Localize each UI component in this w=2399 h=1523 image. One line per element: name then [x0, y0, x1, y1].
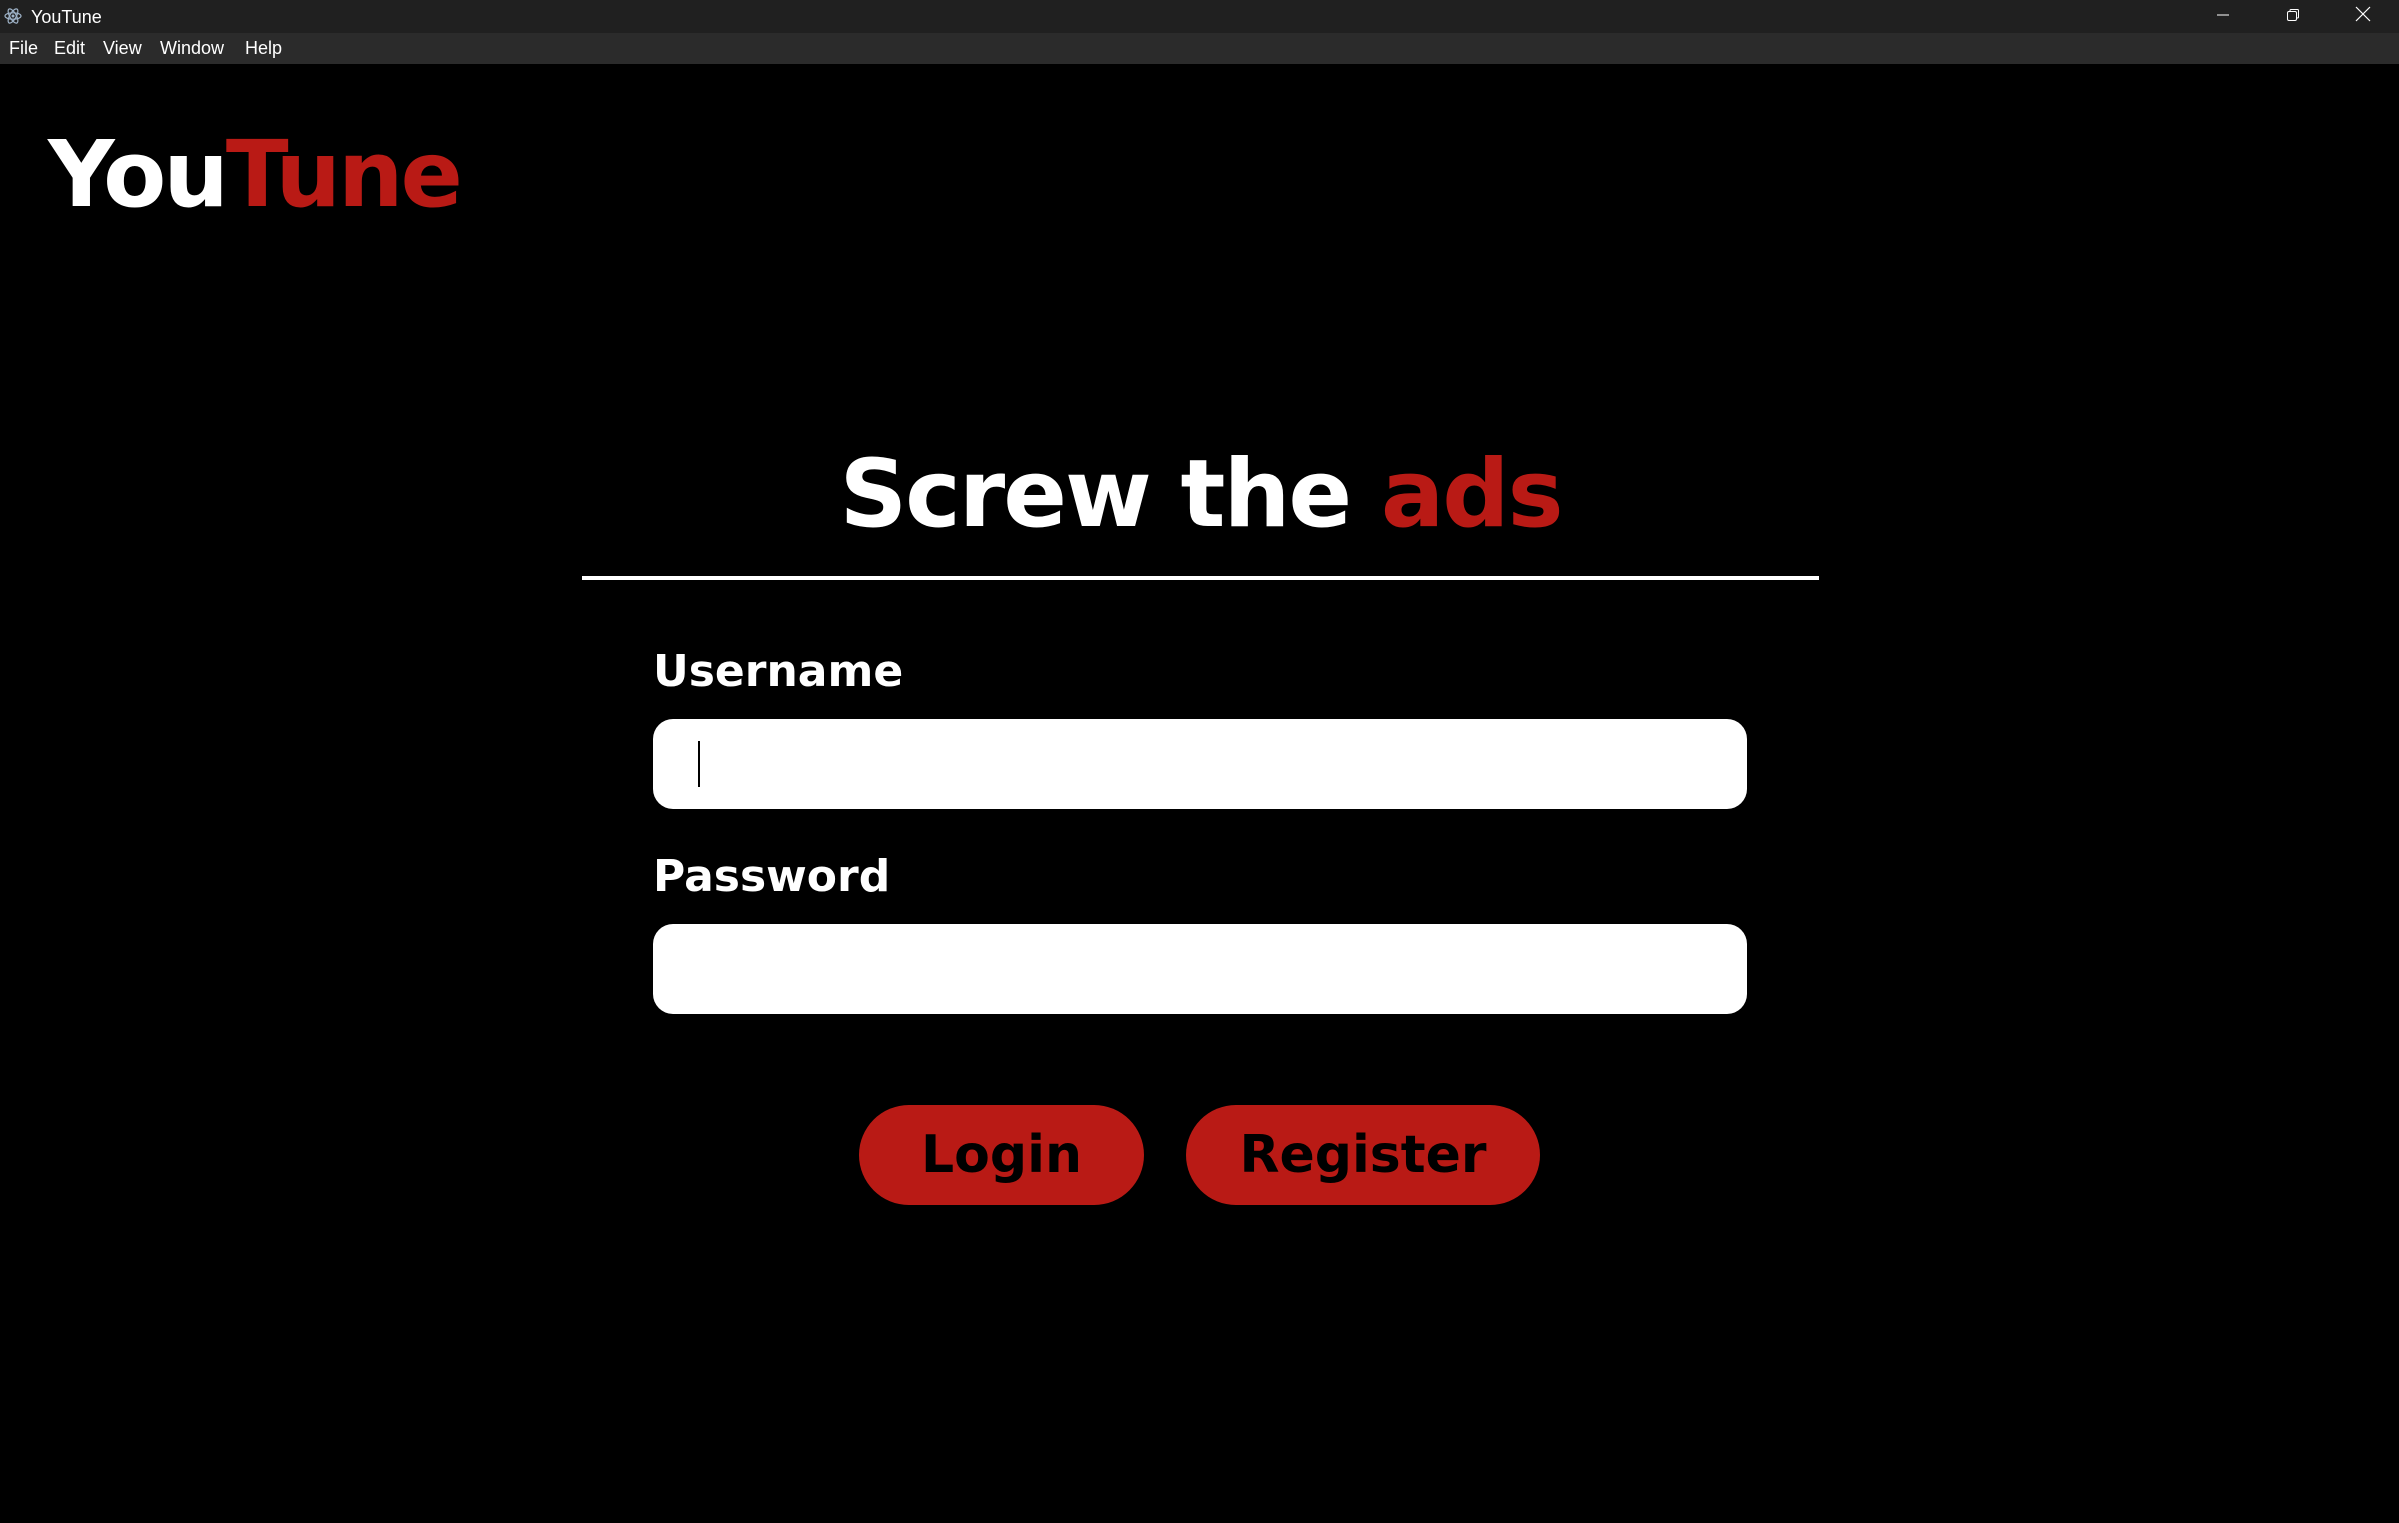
logo-text-tune: Tune [225, 121, 463, 228]
page-headline: Screw the ads [582, 440, 1819, 550]
menu-file[interactable]: File [9, 37, 38, 59]
password-label: Password [653, 851, 891, 902]
menu-view[interactable]: View [103, 37, 142, 59]
headline-text-accent: ads [1380, 440, 1564, 549]
electron-atom-icon [4, 7, 22, 25]
menu-edit[interactable]: Edit [54, 37, 85, 59]
username-label: Username [653, 646, 904, 697]
restore-icon [2286, 6, 2300, 27]
text-caret [698, 741, 700, 787]
username-input[interactable] [653, 719, 1747, 809]
app-logo: YouTune [48, 120, 463, 230]
password-input[interactable] [653, 924, 1747, 1014]
window-title: YouTune [31, 7, 102, 27]
close-button[interactable] [2328, 0, 2398, 33]
minimize-icon [2216, 6, 2230, 27]
menu-bar: File Edit View Window Help [0, 33, 2399, 64]
menu-help[interactable]: Help [245, 37, 282, 59]
minimize-button[interactable] [2188, 0, 2258, 33]
logo-text-you: You [48, 121, 229, 228]
menu-window[interactable]: Window [160, 37, 224, 59]
login-button[interactable]: Login [859, 1105, 1144, 1205]
headline-divider [582, 576, 1819, 580]
title-bar: YouTune [0, 0, 2399, 33]
register-button[interactable]: Register [1186, 1105, 1540, 1205]
headline-text-main: Screw the [839, 440, 1381, 549]
restore-button[interactable] [2258, 0, 2328, 33]
close-icon [2355, 6, 2371, 27]
